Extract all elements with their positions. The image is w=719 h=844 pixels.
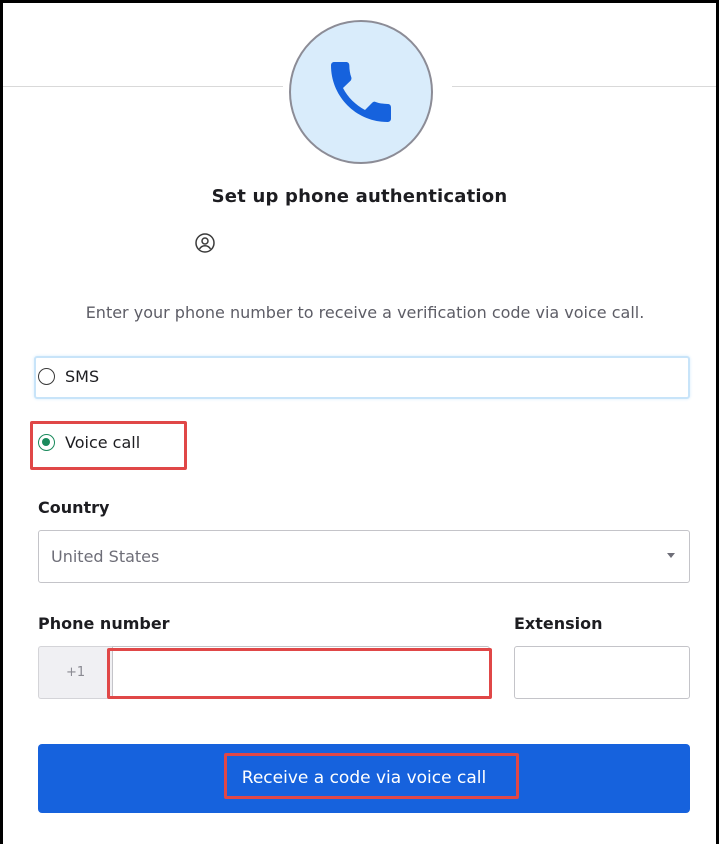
- country-code-text: +1: [66, 665, 86, 680]
- phone-number-label: Phone number: [38, 614, 170, 633]
- annotation-box-submit: [224, 753, 519, 799]
- phone-icon-badge: [289, 20, 433, 164]
- header-divider-right: [452, 86, 716, 87]
- phone-icon: [331, 62, 391, 122]
- radio-option-sms[interactable]: SMS: [38, 367, 99, 386]
- extension-label: Extension: [514, 614, 603, 633]
- country-select[interactable]: United States: [38, 530, 690, 583]
- method-radio-group: SMS Voice call: [34, 356, 690, 452]
- country-code-prefix: +1: [38, 646, 112, 699]
- annotation-box-phone-number: [107, 648, 492, 699]
- radio-focus-ring: [34, 356, 690, 399]
- extension-input[interactable]: [514, 646, 690, 699]
- chevron-down-icon: [667, 553, 675, 558]
- country-selected-value: United States: [51, 547, 160, 566]
- country-label: Country: [38, 498, 110, 517]
- header-divider-left: [3, 86, 283, 87]
- user-circle-icon: [195, 233, 215, 253]
- page-title: Set up phone authentication: [211, 186, 508, 207]
- annotation-box-voice-call: [30, 421, 187, 470]
- radio-sms-label: SMS: [65, 367, 100, 386]
- radio-sms-circle[interactable]: [38, 368, 55, 385]
- instructions-text: Enter your phone number to receive a ver…: [85, 303, 645, 322]
